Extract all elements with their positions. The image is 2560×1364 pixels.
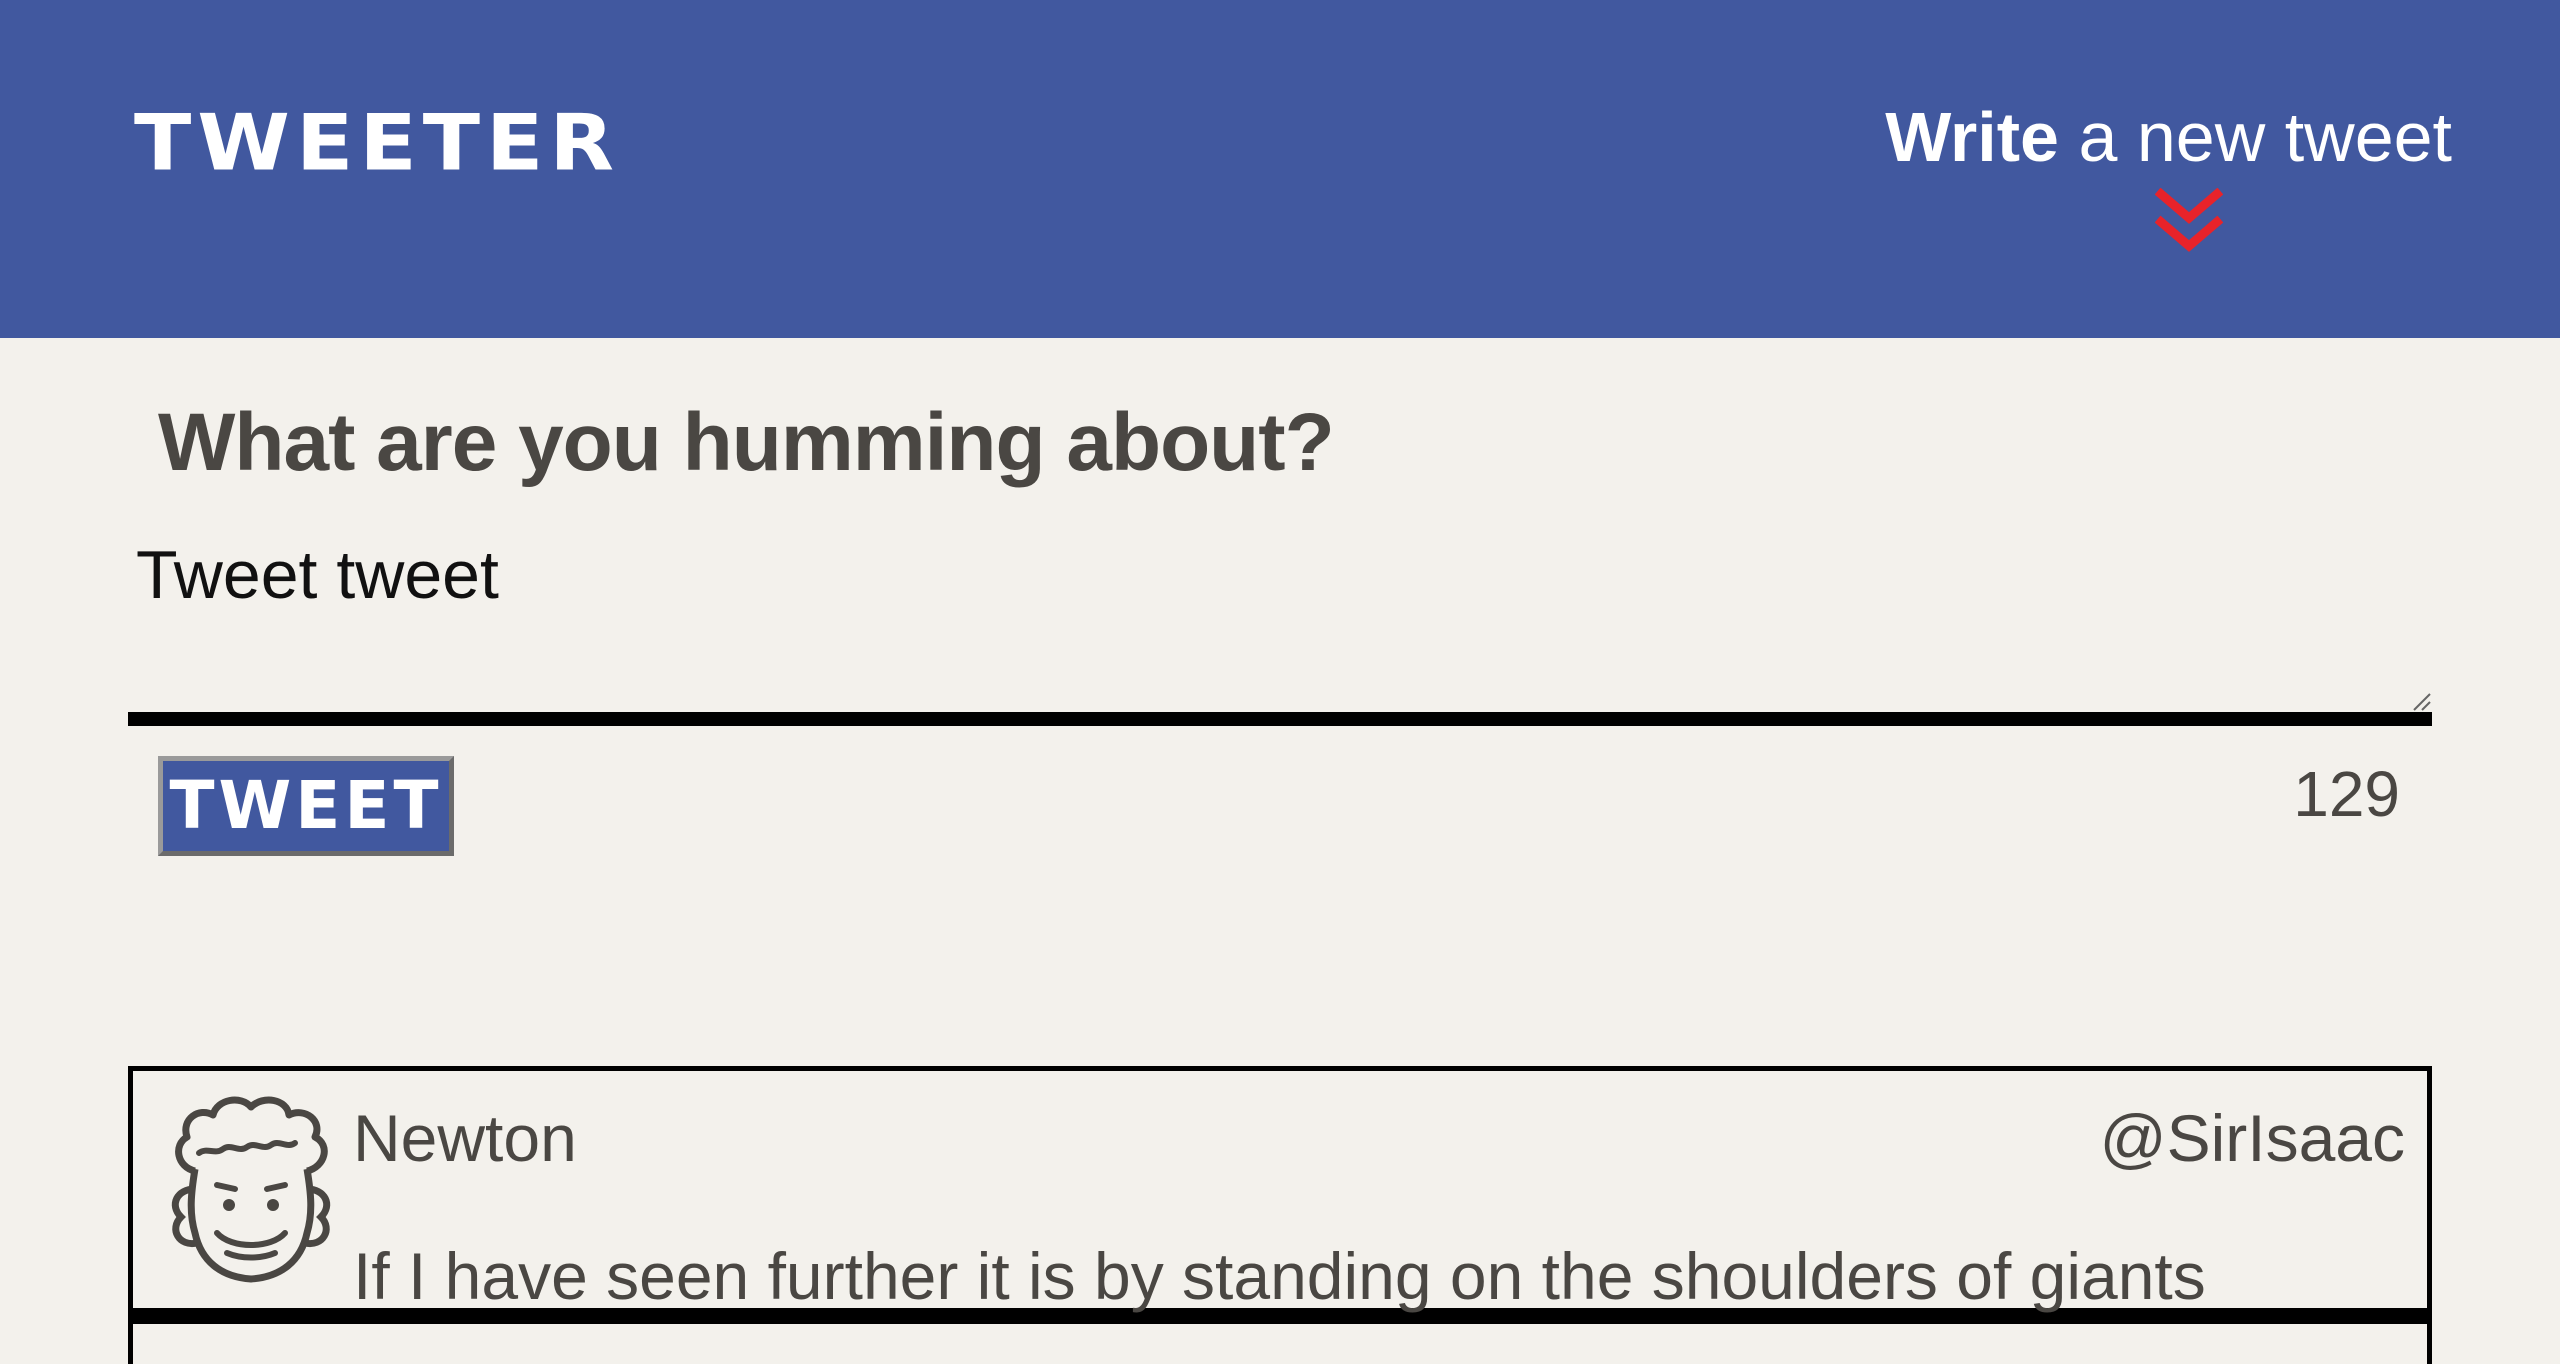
tweet-author-name: Newton bbox=[353, 1101, 577, 1175]
tweet-card-next bbox=[128, 1324, 2432, 1364]
tweet-author-handle: @SirIsaac bbox=[2099, 1101, 2405, 1175]
double-chevron-down-icon[interactable] bbox=[2155, 188, 2223, 256]
compose-toggle-strong: Write bbox=[1885, 98, 2059, 176]
tweet-submit-button[interactable]: TWEET bbox=[158, 756, 454, 856]
tweet-card: Newton @SirIsaac If I have seen further … bbox=[128, 1066, 2432, 1324]
brand-logo[interactable]: TWEETER bbox=[134, 104, 620, 181]
avatar-icon bbox=[171, 1096, 331, 1283]
tweet-text: If I have seen further it is by standing… bbox=[353, 1239, 2206, 1313]
compose-toggle-rest: a new tweet bbox=[2059, 98, 2452, 176]
resize-grip-icon[interactable] bbox=[2410, 690, 2432, 712]
character-counter: 129 bbox=[2293, 758, 2400, 830]
write-new-tweet-toggle[interactable]: Write a new tweet bbox=[1885, 102, 2452, 172]
navbar: TWEETER Write a new tweet bbox=[0, 0, 2560, 338]
tweet-textarea[interactable] bbox=[128, 530, 2432, 726]
composer-title: What are you humming about? bbox=[158, 397, 1335, 488]
